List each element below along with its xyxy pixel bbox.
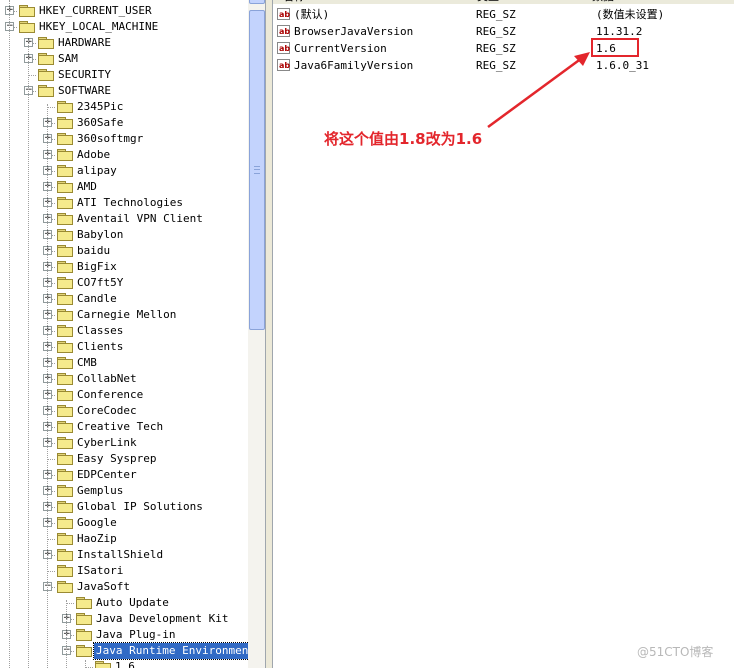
arrow-shaft bbox=[487, 56, 583, 129]
annotation-arrow bbox=[487, 52, 590, 129]
arrow-head bbox=[574, 52, 590, 66]
watermark: @51CTO博客 bbox=[637, 645, 714, 659]
annotation-text: 将这个值由1.8改为1.6 bbox=[324, 130, 483, 148]
